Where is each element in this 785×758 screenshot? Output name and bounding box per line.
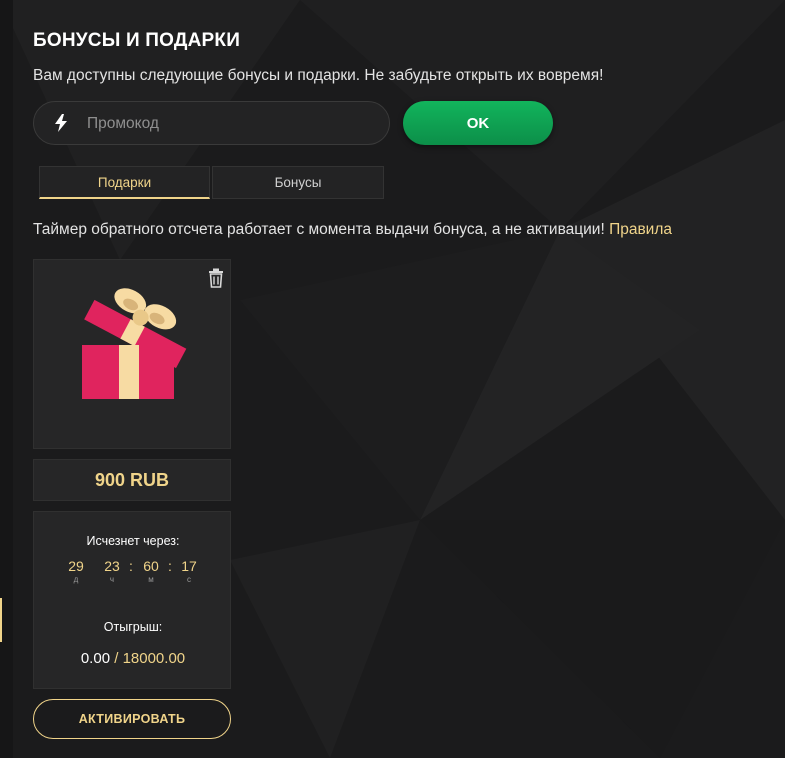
countdown-minutes: 60 м <box>136 558 166 584</box>
countdown-separator: : <box>129 558 133 574</box>
wager-separator: / <box>114 650 119 667</box>
promo-code-field[interactable] <box>33 101 390 146</box>
left-sidebar-strip <box>0 0 13 758</box>
countdown-separator: : <box>168 558 172 574</box>
tab-gifts[interactable]: Подарки <box>39 166 210 199</box>
countdown-days-unit: д <box>73 575 79 584</box>
gift-box-icon <box>82 288 187 399</box>
page-subtitle: Вам доступны следующие бонусы и подарки.… <box>33 67 604 84</box>
gift-amount: 900 RUB <box>33 459 231 501</box>
countdown-hours: 23 ч <box>97 558 127 584</box>
countdown-hours-value: 23 <box>104 558 120 574</box>
expires-label: Исчезнет через: <box>86 534 180 548</box>
wager-current: 0.00 <box>80 650 111 667</box>
countdown-hours-unit: ч <box>109 575 115 584</box>
bonuses-panel: БОНУСЫ И ПОДАРКИ Вам доступны следующие … <box>13 0 785 758</box>
tab-bonuses[interactable]: Бонусы <box>212 166 384 199</box>
wager-target: 18000.00 <box>122 650 186 667</box>
countdown-seconds: 17 с <box>174 558 204 584</box>
timer-notice-text: Таймер обратного отсчета работает с моме… <box>33 221 605 238</box>
promo-submit-button[interactable]: OK <box>403 101 553 145</box>
countdown-minutes-unit: м <box>148 575 154 584</box>
promo-code-input[interactable] <box>85 102 379 146</box>
timer-notice: Таймер обратного отсчета работает с моме… <box>33 221 672 239</box>
wager-label: Отыгрыш: <box>103 620 163 634</box>
tabs: Подарки Бонусы <box>39 166 385 199</box>
countdown-minutes-value: 60 <box>143 558 159 574</box>
sidebar-active-marker <box>0 598 2 642</box>
gift-card-image <box>33 259 231 449</box>
countdown-days: 29 д <box>61 558 91 584</box>
gift-details: Исчезнет через: 29 д 23 ч : 60 м : 17 с … <box>33 511 231 689</box>
countdown-seconds-unit: с <box>187 575 191 584</box>
rules-link[interactable]: Правила <box>609 221 672 238</box>
trash-icon[interactable] <box>207 268 225 288</box>
countdown-days-value: 29 <box>68 558 84 574</box>
wager-progress: 0.00 / 18000.00 <box>34 650 232 667</box>
page-title: БОНУСЫ И ПОДАРКИ <box>33 30 241 51</box>
countdown-timer: 29 д 23 ч : 60 м : 17 с <box>34 558 232 588</box>
lightning-icon <box>55 114 67 132</box>
countdown-seconds-value: 17 <box>181 558 197 574</box>
activate-button[interactable]: АКТИВИРОВАТЬ <box>33 699 231 739</box>
